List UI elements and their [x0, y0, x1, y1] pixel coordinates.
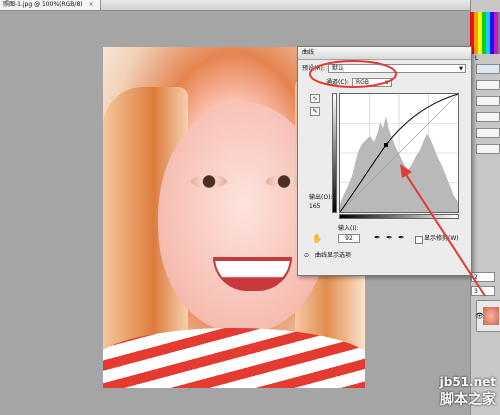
channel-select[interactable]: RGB ▼ [352, 78, 392, 87]
auto-button[interactable] [476, 112, 500, 122]
photo-eye-left [191, 175, 227, 188]
input-value-field[interactable]: 92 [338, 234, 360, 243]
smooth-button[interactable] [476, 96, 500, 106]
output-gradient-bar [332, 93, 337, 213]
channel-label: 通道(C): [326, 79, 349, 86]
preset-select[interactable]: 默认 ▼ [328, 64, 466, 73]
watermark-line1: jb51.net [439, 375, 496, 389]
pencil-icon[interactable]: ✎ [310, 107, 320, 116]
swatches-panel[interactable] [470, 12, 500, 54]
close-icon[interactable]: × [89, 1, 94, 8]
curves-graph[interactable] [339, 93, 459, 213]
layer-thumbnail[interactable] [483, 307, 499, 325]
show-clipping-label: 显示修剪(W) [424, 235, 459, 242]
input-label: 输入(I): [338, 225, 359, 232]
output-label: 输出(O): [309, 194, 333, 201]
preset-label: 预设(R): [302, 65, 325, 72]
chevron-down-icon: ▼ [459, 66, 463, 72]
document-tab-title: 照图-1.jpg @ 100%(RGB/8) [3, 1, 83, 8]
options-button[interactable] [476, 128, 500, 138]
curves-dialog: 曲线 预设(R): 默认 ▼ 通道(C): RGB ▼ ∿ ✎ 输出(O): 165 [297, 46, 472, 276]
preview-checkbox[interactable] [476, 144, 500, 154]
photo-shirt [103, 328, 365, 388]
document-tab[interactable]: 照图-1.jpg @ 100%(RGB/8) × [0, 0, 101, 10]
ok-button[interactable] [476, 64, 500, 74]
watermark-line2: 脚本之家 [440, 392, 496, 408]
curve-display-options-label[interactable]: 曲线显示选项 [315, 251, 351, 260]
cancel-button[interactable] [476, 80, 500, 90]
right-field-1[interactable]: 2 [471, 272, 495, 282]
show-clipping-checkbox[interactable] [415, 236, 423, 244]
document-tab-bar: 照图-1.jpg @ 100%(RGB/8) × [0, 0, 470, 11]
curve-edit-icon[interactable]: ∿ [310, 94, 320, 103]
curves-graph-svg [339, 93, 459, 213]
gray-eyedropper-icon[interactable]: ✒ [386, 233, 393, 242]
layer-visibility-icon[interactable]: 👁 [475, 312, 484, 320]
hand-adjust-icon[interactable]: ✋ [312, 234, 322, 243]
input-gradient-bar [339, 214, 459, 219]
right-field-2[interactable]: 3 [471, 286, 495, 296]
expand-toggle-icon[interactable]: ⊙ [304, 251, 309, 260]
side-label: L [475, 55, 479, 62]
watermark: jb51.net 脚本之家 [440, 375, 496, 409]
white-eyedropper-icon[interactable]: ✒ [398, 233, 405, 242]
dialog-title: 曲线 [298, 47, 471, 60]
black-eyedropper-icon[interactable]: ✒ [374, 233, 381, 242]
curve-control-point[interactable] [384, 143, 388, 147]
chevron-down-icon: ▼ [385, 80, 389, 86]
output-value[interactable]: 165 [309, 202, 320, 211]
